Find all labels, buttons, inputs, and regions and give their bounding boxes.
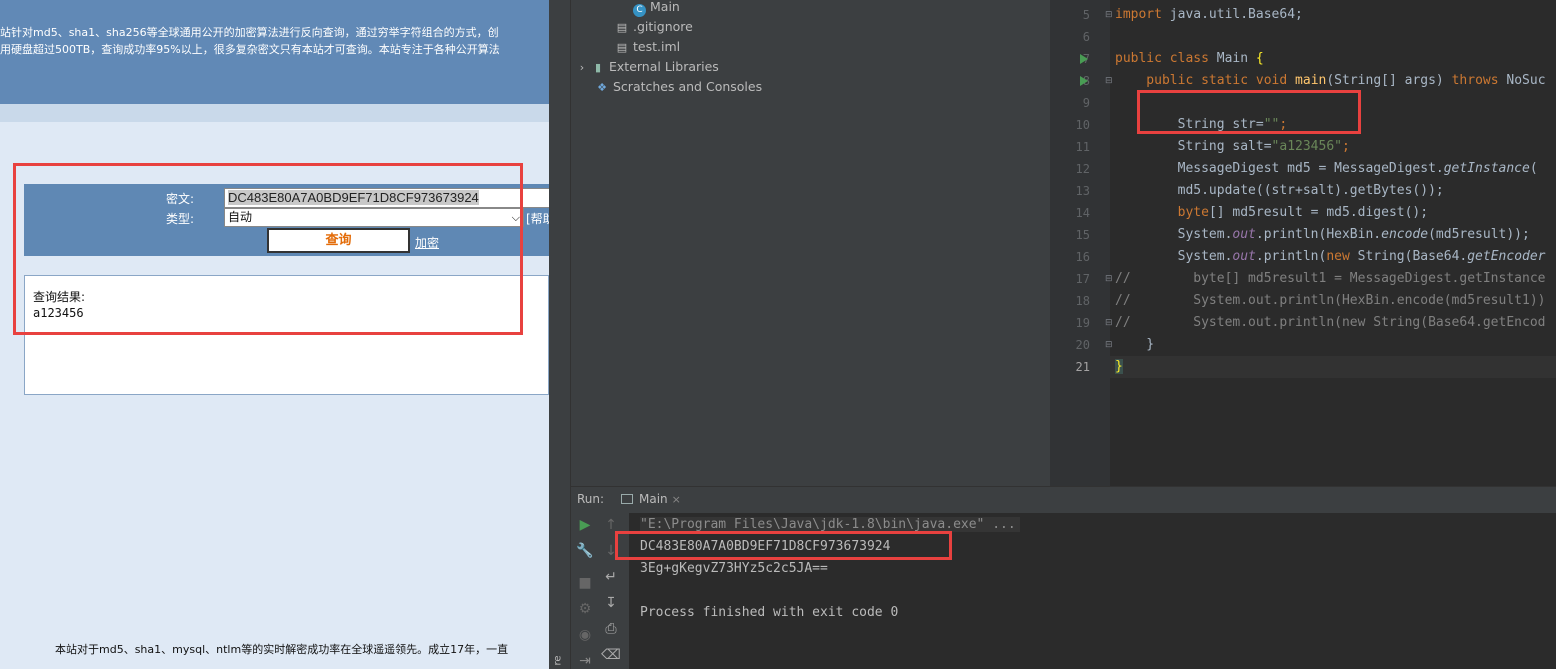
trash-icon[interactable]: ⌫ — [601, 647, 621, 663]
tree-item-external-libraries[interactable]: › ▮ External Libraries — [577, 59, 719, 74]
code-line: byte[] md5result = md5.digest(); — [1177, 205, 1429, 220]
camera-icon[interactable]: ◉ — [575, 627, 595, 643]
line-number: 19 — [1075, 316, 1090, 330]
library-icon: ▮ — [594, 61, 602, 74]
code-editor[interactable]: 5 6 7 8 9 10 11 12 13 14 15 16 17 18 19 … — [1050, 0, 1556, 486]
console-exit-message: Process finished with exit code 0 — [640, 605, 899, 620]
footer-text: 本站对于md5、sha1、mysql、ntlm等的实时解密成功率在全球遥遥领先。… — [55, 643, 509, 656]
settings-icon[interactable]: ⚙ — [575, 601, 595, 617]
line-number: 9 — [1082, 96, 1090, 110]
line-number: 16 — [1075, 250, 1090, 264]
fold-icon[interactable]: ⊟ — [1105, 274, 1113, 284]
code-line: String salt="a123456"; — [1115, 139, 1350, 154]
rerun-icon[interactable]: ▶ — [575, 517, 595, 533]
code-line: import java.util.Base64; — [1115, 7, 1303, 22]
console-command: "E:\Program Files\Java\jdk-1.8\bin\java.… — [640, 517, 1020, 532]
ide-side-strip: re — [549, 0, 571, 669]
run-tab-main[interactable]: Main × — [621, 492, 681, 506]
line-number: 11 — [1075, 140, 1090, 154]
code-line: public class Main { — [1115, 51, 1264, 66]
fold-icon[interactable]: ⊟ — [1105, 340, 1113, 350]
wrench-icon[interactable]: 🔧 — [575, 543, 595, 559]
line-number: 5 — [1082, 8, 1090, 22]
console-output-base64: 3Eg+gKegvZ73HYz5c2c5JA== — [640, 561, 828, 576]
file-icon: ▤ — [616, 41, 628, 54]
console-icon — [621, 494, 633, 504]
line-number: 21 — [1075, 360, 1090, 374]
run-header: Run: Main × — [571, 487, 1556, 513]
code-line: // byte[] md5result1 = MessageDigest.get… — [1115, 271, 1546, 286]
file-icon: ▤ — [616, 21, 628, 34]
print-icon[interactable]: ⎙ — [601, 621, 621, 637]
line-number: 13 — [1075, 184, 1090, 198]
code-line: MessageDigest md5 = MessageDigest.getIns… — [1115, 161, 1546, 176]
line-number: 10 — [1075, 118, 1090, 132]
tree-item-iml[interactable]: ▤ test.iml — [615, 39, 680, 54]
run-panel: Run: Main × ▶ ↑ 🔧 ↓ ■ ↵ ⚙ ↧ ◉ ⎙ ⇥ ⌫ "E:\P… — [571, 486, 1556, 669]
exit-icon[interactable]: ⇥ — [575, 653, 595, 669]
fold-icon[interactable]: ⊟ — [1105, 318, 1113, 328]
run-gutter-icon[interactable] — [1080, 54, 1088, 64]
fold-icon[interactable]: ⊟ — [1105, 10, 1113, 20]
code-line: // System.out.println(new String(Base64.… — [1115, 315, 1546, 330]
line-number: 15 — [1075, 228, 1090, 242]
code-line: } — [1115, 359, 1123, 374]
header-strip — [0, 104, 549, 122]
tree-item-gitignore[interactable]: ▤ .gitignore — [615, 19, 693, 34]
line-number: 18 — [1075, 294, 1090, 308]
soft-wrap-icon[interactable]: ↵ — [601, 569, 621, 585]
code-line: } — [1115, 337, 1155, 352]
highlight-box-result — [13, 163, 523, 335]
line-number: 12 — [1075, 162, 1090, 176]
current-line-highlight — [1110, 356, 1556, 378]
close-icon[interactable]: × — [672, 493, 681, 506]
run-gutter-icon[interactable] — [1080, 76, 1088, 86]
code-line: System.out.println(new String(Base64.get… — [1115, 249, 1546, 264]
scroll-to-end-icon[interactable]: ↧ — [601, 595, 621, 611]
line-number: 6 — [1082, 30, 1090, 44]
code-line: md5.update((str+salt).getBytes()); — [1115, 183, 1444, 198]
intro-text-line2: 用硬盘超过500TB，查询成功率95%以上，很多复杂密文只有本站才可查询。本站专… — [0, 43, 500, 56]
stop-icon[interactable]: ■ — [575, 575, 595, 591]
editor-gutter — [1050, 0, 1110, 486]
code-line: public static void main(String[] args) t… — [1115, 73, 1546, 88]
fold-icon[interactable]: ⊟ — [1105, 76, 1113, 86]
line-number: 17 — [1075, 272, 1090, 286]
highlight-box-console — [615, 531, 952, 560]
highlight-box-code — [1137, 90, 1361, 134]
help-link[interactable]: [帮助] — [526, 210, 549, 227]
side-tool-label: re — [552, 655, 564, 666]
line-number: 14 — [1075, 206, 1090, 220]
chevron-right-icon: › — [579, 61, 585, 74]
tree-item-main[interactable]: C Main — [633, 0, 680, 17]
run-label: Run: — [577, 492, 605, 506]
code-line: // System.out.println(HexBin.encode(md5r… — [1115, 293, 1546, 308]
class-icon: C — [633, 4, 646, 17]
project-tree: C Main ▤ .gitignore ▤ test.iml › ▮ External L… — [571, 0, 1050, 486]
line-number: 20 — [1075, 338, 1090, 352]
code-line: System.out.println(HexBin.encode(md5resu… — [1115, 227, 1530, 242]
scratch-icon: ❖ — [597, 81, 607, 94]
tree-item-scratches[interactable]: ❖ Scratches and Consoles — [595, 79, 762, 94]
intro-text-line1: 站针对md5、sha1、sha256等全球通用公开的加密算法进行反向查询，通过穷… — [0, 26, 499, 39]
web-header: 站针对md5、sha1、sha256等全球通用公开的加密算法进行反向查询，通过穷… — [0, 0, 549, 104]
